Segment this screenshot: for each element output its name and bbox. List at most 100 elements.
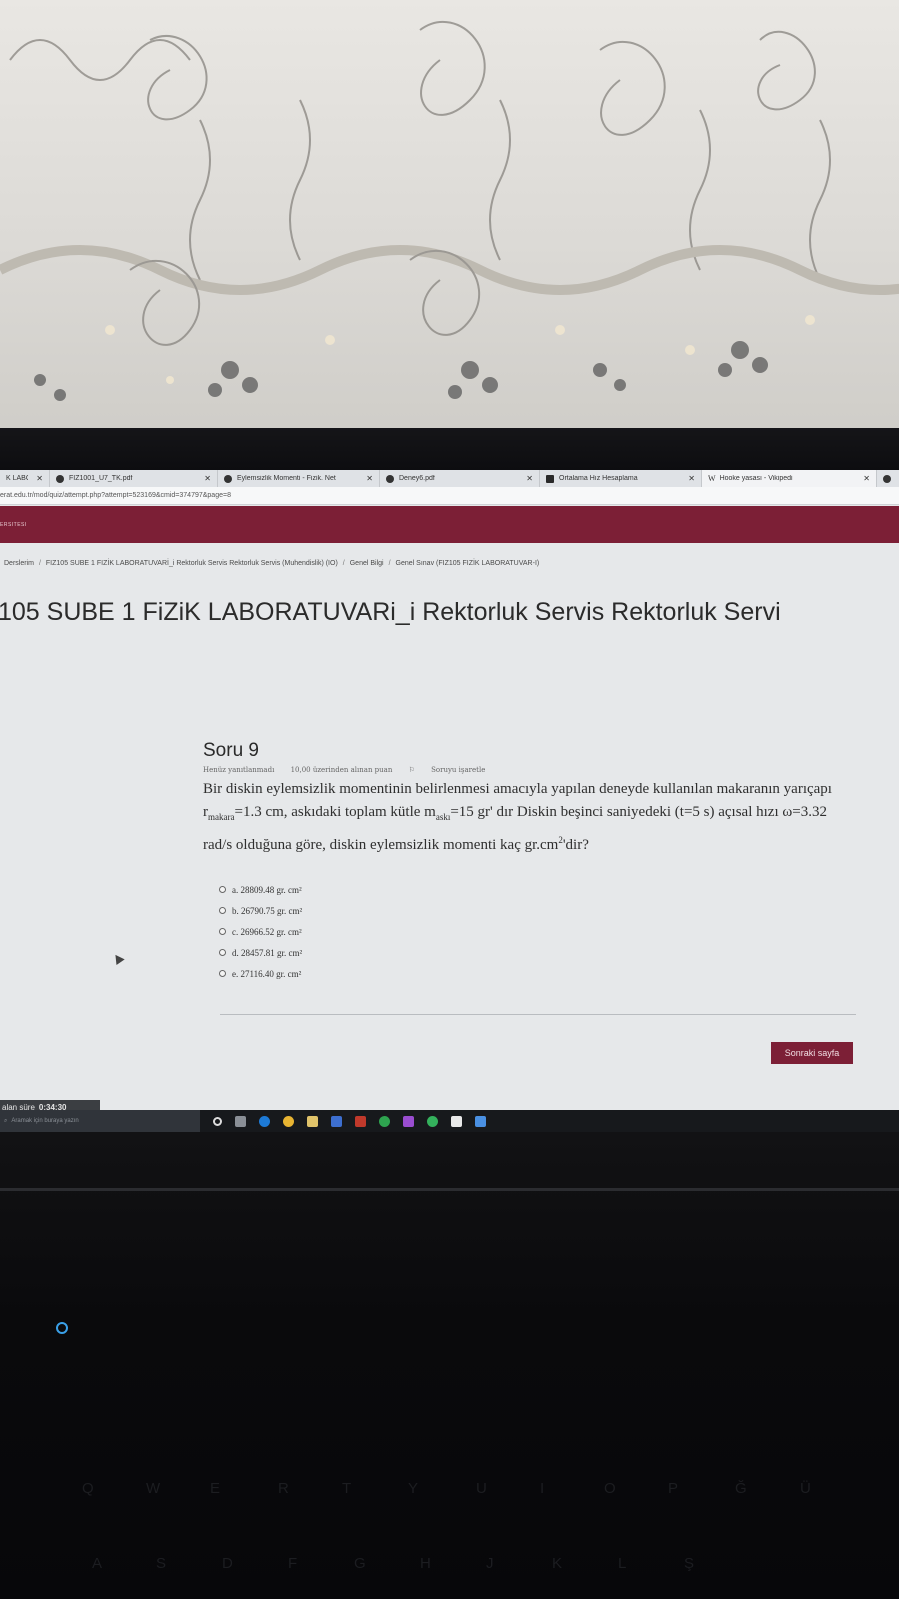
tab-fiz1001-pdf[interactable]: FIZ1001_U7_TK.pdf ✕ [50,470,218,487]
page-title: 105 SUBE 1 FiZiK LABORATUVARi_i Rektorlu… [0,598,781,626]
laptop-hinge [0,1188,899,1191]
address-bar[interactable]: erat.edu.tr/mod/quiz/attempt.php?attempt… [0,487,899,505]
keyboard-key: Ğ [735,1480,747,1497]
site-header: ERSITESI [0,506,899,543]
brand-logo[interactable]: ERSITESI [0,522,27,528]
new-tab-button[interactable] [877,470,899,487]
close-icon[interactable]: ✕ [526,474,533,483]
question-text: Bir diskin eylemsizlik momentinin belirl… [203,778,853,857]
keyboard-key: R [278,1480,289,1497]
breadcrumb-item[interactable]: FIZ105 SUBE 1 FIZİK LABORATUVARİ_i Rekto… [46,560,338,567]
keyboard-key: T [342,1480,352,1497]
breadcrumb-item[interactable]: Genel Sınav (FIZ105 FIZİK LABORATUVAR-I) [396,560,540,567]
tab-label: Ortalama Hız Hesaplama [559,475,638,482]
tab-bar: K LABO ✕ FIZ1001_U7_TK.pdf ✕ Eylemsizlik… [0,470,899,487]
radio-button[interactable] [219,928,226,935]
question-text-part: =1.3 cm, askıdaki toplam kütle m [234,804,436,820]
subscript: askı [435,812,451,822]
question-title: Soru 9 [203,740,259,761]
flag-question-link[interactable]: ⚐ Soruyu işaretle [409,766,500,774]
tab-hooke-yasasi[interactable]: W Hooke yasası - Vikipedi ✕ [702,470,877,487]
tab-ortalama-hiz[interactable]: Ortalama Hız Hesaplama ✕ [540,470,702,487]
office-icon[interactable] [355,1115,366,1127]
next-page-button[interactable]: Sonraki sayfa [771,1042,853,1064]
task-view-icon[interactable] [235,1115,246,1127]
close-icon[interactable]: ✕ [36,474,43,483]
flag-icon: ⚐ [408,766,418,774]
keyboard-key: Y [408,1480,419,1497]
breadcrumb: Derslerim / FIZ105 SUBE 1 FIZİK LABORATUVA… [4,560,540,567]
option-label: b. 26790.75 gr. cm² [232,905,303,916]
chrome-icon[interactable] [283,1115,294,1127]
radio-button[interactable] [219,886,226,893]
page-title-continued: ) [0,638,1,664]
keyboard-key: D [222,1555,233,1572]
flag-label: Soruyu işaretle [431,766,486,774]
globe-icon [224,474,232,483]
keyboard-key: U [476,1480,487,1497]
option-label: a. 28809.48 gr. cm² [232,884,302,895]
question-text-part: 'dir? [562,837,589,853]
keyboard-key: I [540,1480,545,1497]
app-icon[interactable] [451,1115,462,1127]
answer-option-d[interactable]: d. 28457.81 gr. cm² [219,942,853,963]
app-icon[interactable] [403,1115,414,1127]
breadcrumb-item[interactable]: Derslerim [4,560,34,567]
laptop-keyboard-area [0,1132,899,1599]
answer-option-c[interactable]: c. 26966.52 gr. cm² [219,921,853,942]
keyboard-key: O [604,1480,616,1497]
taskbar: ⌕ Aramak için buraya yazın [0,1110,899,1132]
keyboard-key: L [618,1555,627,1572]
power-icon [56,1322,68,1334]
search-icon: ⌕ [4,1117,8,1124]
keyboard-key: E [210,1480,221,1497]
answer-options: a. 28809.48 gr. cm² b. 26790.75 gr. cm² … [219,879,853,984]
keyboard-key: A [92,1555,103,1572]
close-icon[interactable]: ✕ [204,474,211,483]
question-meta: Henüz yanıtlanmadı 10,00 üzerinden alına… [203,766,853,774]
tab-label: FIZ1001_U7_TK.pdf [69,475,133,482]
file-explorer-icon[interactable] [307,1115,318,1127]
option-label: c. 26966.52 gr. cm² [232,926,302,937]
close-icon[interactable]: ✕ [863,474,870,483]
option-label: e. 27116.40 gr. cm² [232,968,302,979]
close-icon[interactable]: ✕ [688,474,695,483]
answer-option-e[interactable]: e. 27116.40 gr. cm² [219,963,853,984]
mouse-cursor-icon [111,951,125,966]
tab-k-labo[interactable]: K LABO ✕ [0,470,50,487]
app-icon[interactable] [475,1115,486,1127]
search-placeholder: Aramak için buraya yazın [11,1118,79,1124]
browser-screen: K LABO ✕ FIZ1001_U7_TK.pdf ✕ Eylemsizlik… [0,470,899,1130]
keyboard-key: K [552,1555,563,1572]
subscript: makara [208,812,235,822]
tab-eylemsizlik[interactable]: Eylemsizlik Momenti - Fizik. Net ✕ [218,470,380,487]
whatsapp-icon[interactable] [379,1115,390,1127]
close-icon[interactable]: ✕ [366,474,373,483]
divider [220,1014,856,1015]
radio-button[interactable] [219,907,226,914]
curtain-background [0,0,899,440]
keyboard-key: P [668,1480,679,1497]
radio-button[interactable] [219,949,226,956]
tab-label: Deney6.pdf [399,475,435,482]
breadcrumb-item[interactable]: Genel Bilgi [350,560,384,567]
tab-deney6-pdf[interactable]: Deney6.pdf ✕ [380,470,540,487]
tab-label: Hooke yasası - Vikipedi [719,475,793,482]
edge-icon[interactable] [259,1115,270,1127]
keyboard-key: G [354,1555,366,1572]
globe-icon [386,474,394,483]
url-text: erat.edu.tr/mod/quiz/attempt.php?attempt… [0,492,231,499]
keyboard-key: J [486,1555,494,1572]
keyboard-key: Ş [684,1555,695,1572]
keyboard-key: W [146,1480,161,1497]
cortana-icon[interactable] [213,1116,222,1126]
answer-option-b[interactable]: b. 26790.75 gr. cm² [219,900,853,921]
taskbar-search[interactable]: ⌕ Aramak için buraya yazın [0,1110,200,1132]
keyboard-key: Ü [800,1480,811,1497]
answer-option-a[interactable]: a. 28809.48 gr. cm² [219,879,853,900]
keyboard-key: H [420,1555,431,1572]
globe-icon [883,474,891,483]
radio-button[interactable] [219,970,226,977]
app-icon[interactable] [427,1115,438,1127]
store-icon[interactable] [331,1115,342,1127]
